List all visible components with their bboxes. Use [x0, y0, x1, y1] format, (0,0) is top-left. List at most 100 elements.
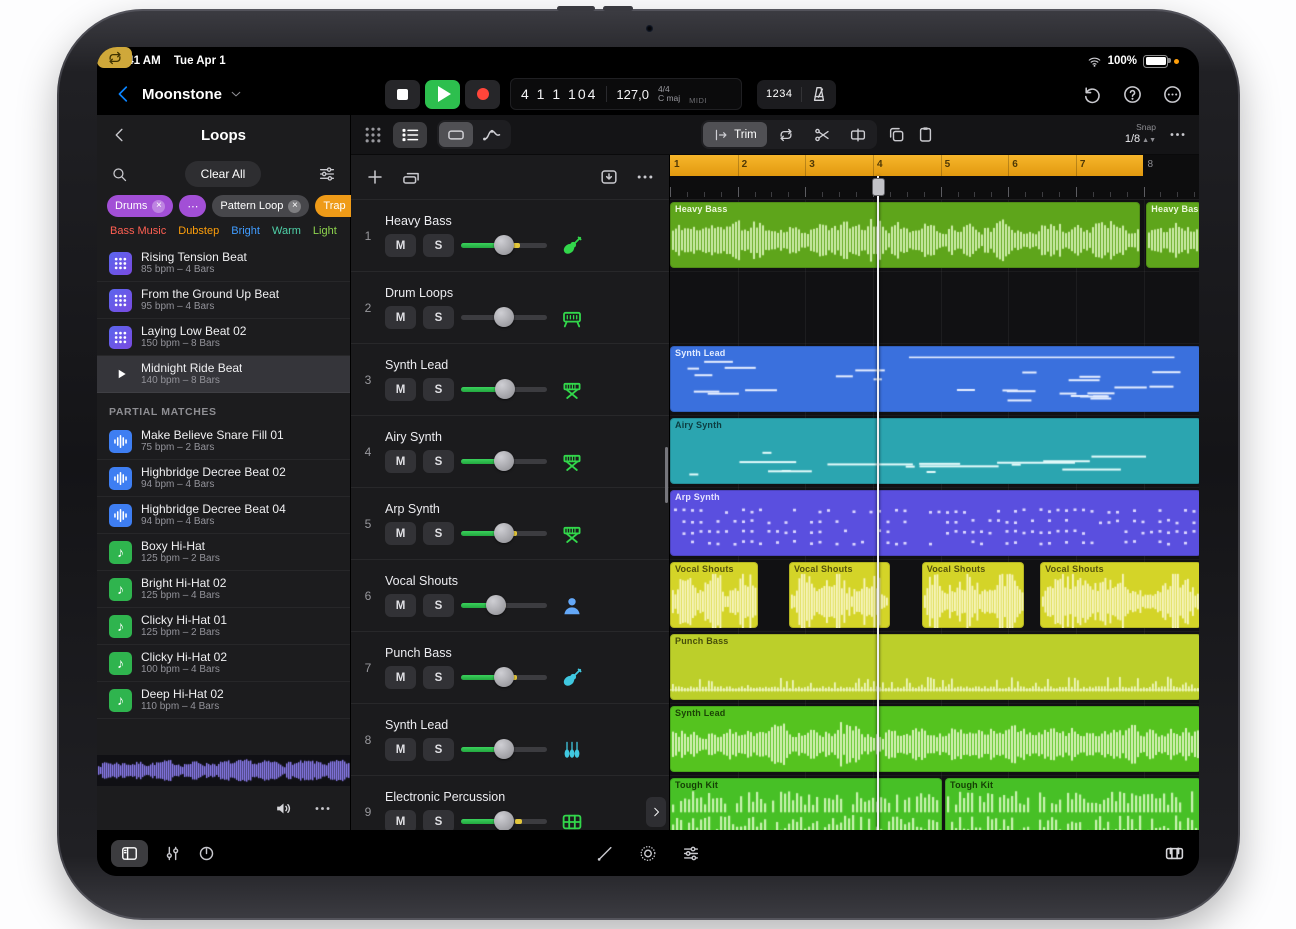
keyboard-icon[interactable]: [1164, 843, 1185, 864]
region[interactable]: Vocal Shouts: [670, 562, 758, 628]
list-view-button[interactable]: [393, 122, 427, 148]
track-header[interactable]: 6Vocal ShoutsMS: [351, 560, 669, 632]
clear-all-button[interactable]: Clear All: [185, 161, 262, 187]
loop-filter-chip[interactable]: Drums×: [107, 195, 173, 217]
track-header[interactable]: 1Heavy BassMS: [351, 200, 669, 272]
loop-list-item[interactable]: ♪Clicky Hi-Hat 01125 bpm – 2 Bars: [97, 608, 350, 645]
playhead-line[interactable]: [877, 176, 879, 830]
pencil-tool-icon[interactable]: [596, 844, 615, 863]
mute-button[interactable]: M: [385, 378, 416, 401]
slider-knob[interactable]: [494, 811, 514, 830]
slider-knob[interactable]: [494, 451, 514, 471]
snap-control[interactable]: Snap 1/8▲▼: [1125, 123, 1156, 145]
solo-button[interactable]: S: [423, 666, 454, 689]
grid-view-icon[interactable]: [363, 125, 383, 145]
loop-list-item[interactable]: Highbridge Decree Beat 0294 bpm – 4 Bars: [97, 460, 350, 497]
region[interactable]: Vocal Shouts: [922, 562, 1024, 628]
undo-icon[interactable]: [1082, 84, 1103, 105]
volume-slider[interactable]: [461, 307, 547, 329]
slider-knob[interactable]: [495, 379, 515, 399]
solo-button[interactable]: S: [423, 378, 454, 401]
region[interactable]: Arp Synth: [670, 490, 1199, 556]
loop-list-item[interactable]: Rising Tension Beat85 bpm – 4 Bars: [97, 245, 350, 282]
solo-button[interactable]: S: [423, 234, 454, 257]
play-button[interactable]: [425, 80, 460, 109]
tag-suggestion[interactable]: Bass Music: [110, 225, 166, 237]
tag-suggestion[interactable]: Dubstep: [178, 225, 219, 237]
chip-remove-icon[interactable]: ×: [288, 200, 301, 213]
track-header[interactable]: 4Airy SynthMS: [351, 416, 669, 488]
volume-slider[interactable]: [461, 235, 547, 257]
region[interactable]: Tough Kit: [670, 778, 942, 830]
region[interactable]: Synth Lead: [670, 346, 1199, 412]
loops-back-icon[interactable]: [111, 126, 129, 144]
slider-knob[interactable]: [494, 739, 514, 759]
solo-button[interactable]: S: [423, 594, 454, 617]
count-in-button[interactable]: 1234: [757, 88, 801, 100]
region[interactable]: Heavy Bass: [1146, 202, 1199, 268]
region[interactable]: Tough Kit: [945, 778, 1199, 830]
solo-button[interactable]: S: [423, 450, 454, 473]
volume-slider[interactable]: [461, 595, 547, 617]
import-track-icon[interactable]: [599, 167, 619, 187]
tag-suggestion[interactable]: Bright: [231, 225, 260, 237]
mute-button[interactable]: M: [385, 234, 416, 257]
search-icon[interactable]: [111, 166, 128, 183]
stop-button[interactable]: [385, 80, 420, 109]
solo-button[interactable]: S: [423, 522, 454, 545]
region[interactable]: Airy Synth: [670, 418, 1199, 484]
track-list-more-icon[interactable]: [635, 167, 655, 187]
track-header[interactable]: 7Punch BassMS: [351, 632, 669, 704]
loop-list-item[interactable]: ♪Bright Hi-Hat 02125 bpm – 4 Bars: [97, 571, 350, 608]
record-button[interactable]: [465, 80, 500, 109]
track-header[interactable]: 3Synth LeadMS: [351, 344, 669, 416]
volume-slider[interactable]: [461, 523, 547, 545]
ruler[interactable]: 12345678: [670, 155, 1199, 200]
volume-slider[interactable]: [461, 739, 547, 761]
copy-icon[interactable]: [887, 125, 906, 144]
mute-button[interactable]: M: [385, 522, 416, 545]
region[interactable]: Punch Bass: [670, 634, 1199, 700]
lcd-display[interactable]: 4 1 1 104 127,0 4/4 C maj MIDI: [510, 78, 742, 110]
slider-knob[interactable]: [494, 667, 514, 687]
cycle-button[interactable]: [97, 47, 132, 68]
trim-tool-button[interactable]: Trim: [703, 122, 767, 147]
open-editor-button[interactable]: [646, 797, 666, 827]
tag-suggestion[interactable]: Light: [313, 225, 337, 237]
volume-slider[interactable]: [461, 451, 547, 473]
volume-slider[interactable]: [461, 811, 547, 831]
filter-icon[interactable]: [318, 165, 336, 183]
solo-button[interactable]: S: [423, 738, 454, 761]
paste-icon[interactable]: [916, 125, 935, 144]
track-scrollbar[interactable]: [665, 447, 668, 503]
track-header[interactable]: 5Arp SynthMS: [351, 488, 669, 560]
slider-knob[interactable]: [494, 235, 514, 255]
slider-knob[interactable]: [494, 523, 514, 543]
loop-tool-button[interactable]: [769, 122, 803, 147]
loop-list-item[interactable]: From the Ground Up Beat95 bpm – 4 Bars: [97, 282, 350, 319]
track-header[interactable]: 9Electronic PercussionMS: [351, 776, 669, 830]
add-track-icon[interactable]: [365, 167, 385, 187]
slider-knob[interactable]: [486, 595, 506, 615]
loops-more-icon[interactable]: [313, 799, 332, 818]
loop-list-item[interactable]: Make Believe Snare Fill 0175 bpm – 2 Bar…: [97, 423, 350, 460]
preview-volume-icon[interactable]: [274, 799, 293, 818]
track-stack-icon[interactable]: [401, 167, 421, 187]
back-icon[interactable]: [113, 83, 135, 105]
volume-slider[interactable]: [461, 379, 547, 401]
mute-button[interactable]: M: [385, 666, 416, 689]
mixer-icon[interactable]: [163, 844, 182, 863]
solo-button[interactable]: S: [423, 306, 454, 329]
slider-knob[interactable]: [494, 307, 514, 327]
loop-filter-chip[interactable]: ⋯: [179, 195, 206, 217]
mute-button[interactable]: M: [385, 450, 416, 473]
smart-controls-icon[interactable]: [197, 844, 216, 863]
loop-list-item[interactable]: Highbridge Decree Beat 0494 bpm – 4 Bars: [97, 497, 350, 534]
region[interactable]: Vocal Shouts: [1040, 562, 1199, 628]
dim-display-icon[interactable]: [639, 844, 658, 863]
more-options-icon[interactable]: [1162, 84, 1183, 105]
divide-tool-button[interactable]: [841, 122, 875, 147]
chip-remove-icon[interactable]: ×: [152, 200, 165, 213]
browsers-button[interactable]: [111, 840, 148, 867]
project-menu-chevron-icon[interactable]: [229, 87, 243, 101]
